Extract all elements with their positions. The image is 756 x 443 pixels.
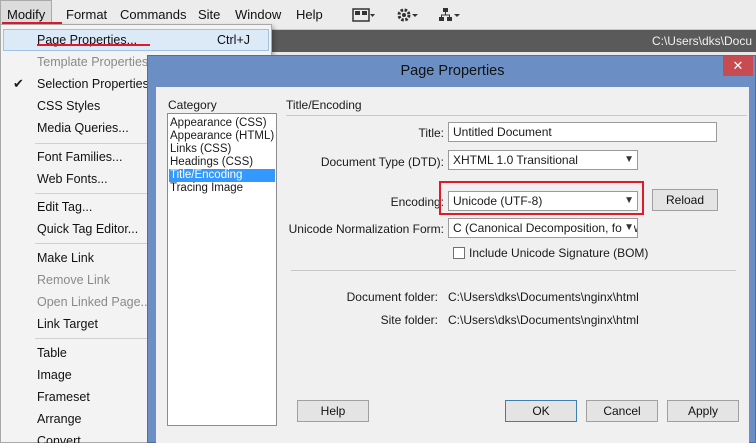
close-icon[interactable]: ✕ [723, 56, 753, 76]
bom-label: Include Unicode Signature (BOM) [469, 246, 649, 260]
normalization-select[interactable]: C (Canonical Decomposition, follow ▼ [448, 218, 638, 238]
section-divider [286, 115, 747, 116]
category-item[interactable]: Links (CSS) [169, 143, 275, 156]
page-properties-dialog: Page Properties ✕ Category Appearance (C… [147, 55, 756, 443]
category-item-selected[interactable]: Title/Encoding [169, 169, 275, 182]
encoding-label: Encoding: [390, 195, 444, 209]
doctype-value: XHTML 1.0 Transitional [453, 153, 578, 167]
help-button[interactable]: Help [297, 400, 369, 422]
menu-help[interactable]: Help [296, 0, 323, 30]
category-item[interactable]: Appearance (HTML) [169, 130, 275, 143]
normalization-label: Unicode Normalization Form: [288, 222, 444, 236]
site-folder-value: C:\Users\dks\Documents\nginx\html [448, 313, 639, 327]
title-label: Title: [418, 126, 444, 140]
apply-button[interactable]: Apply [667, 400, 739, 422]
doctype-label: Document Type (DTD): [320, 155, 444, 169]
category-label: Category [168, 98, 217, 112]
site-folder-label: Site folder: [380, 313, 438, 327]
shortcut-label: Ctrl+J [217, 33, 250, 47]
doc-folder-value: C:\Users\dks\Documents\nginx\html [448, 290, 639, 304]
divider [291, 270, 736, 271]
doc-folder-label: Document folder: [346, 290, 438, 304]
reload-button[interactable]: Reload [652, 189, 718, 211]
category-list[interactable]: Appearance (CSS) Appearance (HTML) Links… [167, 113, 277, 426]
category-item[interactable]: Headings (CSS) [169, 156, 275, 169]
dialog-title: Page Properties [400, 63, 505, 79]
dialog-body: Category Appearance (CSS) Appearance (HT… [156, 87, 749, 443]
menu-item-page-properties[interactable]: Page Properties... Ctrl+J [3, 29, 269, 51]
chevron-down-icon: ▼ [624, 154, 634, 165]
check-icon: ✔ [13, 76, 24, 91]
gear-icon[interactable] [395, 6, 419, 24]
category-item[interactable]: Appearance (CSS) [169, 117, 275, 130]
ok-button[interactable]: OK [505, 400, 577, 422]
site-icon[interactable] [437, 6, 461, 24]
document-path: C:\Users\dks\Docu [651, 34, 752, 48]
bom-checkbox[interactable] [453, 247, 465, 259]
document-tab-strip: C:\Users\dks\Docu [270, 30, 756, 52]
category-item[interactable]: Tracing Image [169, 182, 275, 195]
doctype-select[interactable]: XHTML 1.0 Transitional ▼ [448, 150, 638, 170]
chevron-down-icon: ▼ [622, 219, 634, 237]
menu-item-label: Selection Properties [37, 77, 149, 91]
annotation-underline [37, 44, 150, 46]
layout-icon[interactable] [352, 6, 376, 24]
section-title: Title/Encoding [286, 98, 362, 112]
cancel-button[interactable]: Cancel [586, 400, 658, 422]
normalization-value: C (Canonical Decomposition, follow [453, 221, 638, 235]
annotation-highlight [439, 181, 644, 215]
title-input[interactable]: Untitled Document [448, 122, 717, 142]
